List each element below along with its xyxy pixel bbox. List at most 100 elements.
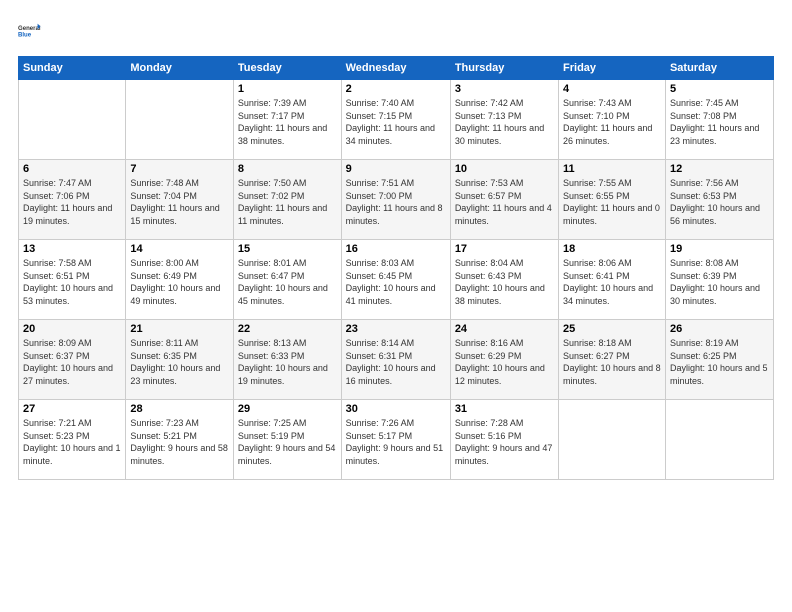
calendar-cell: 31 Sunrise: 7:28 AM Sunset: 5:16 PM Dayli… <box>450 400 558 480</box>
calendar-cell: 25Sunrise: 8:18 AM Sunset: 6:27 PM Dayli… <box>559 320 666 400</box>
calendar-cell: 19Sunrise: 8:08 AM Sunset: 6:39 PM Dayli… <box>665 240 773 320</box>
calendar-cell: 27 Sunrise: 7:21 AM Sunset: 5:23 PM Dayli… <box>19 400 126 480</box>
day-info: Sunrise: 7:58 AM Sunset: 6:51 PM Dayligh… <box>23 257 121 307</box>
calendar-cell <box>559 400 666 480</box>
calendar-cell: 9 Sunrise: 7:51 AM Sunset: 7:00 PM Daylig… <box>341 160 450 240</box>
calendar-cell: 3Sunrise: 7:42 AM Sunset: 7:13 PM Daylig… <box>450 80 558 160</box>
day-info: Sunrise: 7:25 AM Sunset: 5:19 PM Dayligh… <box>238 417 337 467</box>
day-number: 31 <box>455 403 554 415</box>
header-day-wednesday: Wednesday <box>341 57 450 80</box>
calendar-cell: 24Sunrise: 8:16 AM Sunset: 6:29 PM Dayli… <box>450 320 558 400</box>
week-row-5: 27 Sunrise: 7:21 AM Sunset: 5:23 PM Dayli… <box>19 400 774 480</box>
day-info: Sunrise: 8:01 AM Sunset: 6:47 PM Dayligh… <box>238 257 337 307</box>
day-number: 6 <box>23 163 121 175</box>
day-number: 11 <box>563 163 661 175</box>
header-day-friday: Friday <box>559 57 666 80</box>
calendar-cell: 29 Sunrise: 7:25 AM Sunset: 5:19 PM Dayli… <box>233 400 341 480</box>
day-number: 12 <box>670 163 769 175</box>
day-info: Sunrise: 8:09 AM Sunset: 6:37 PM Dayligh… <box>23 337 121 387</box>
logo-icon: GeneralBlue <box>18 18 46 46</box>
day-number: 17 <box>455 243 554 255</box>
day-info: Sunrise: 8:03 AM Sunset: 6:45 PM Dayligh… <box>346 257 446 307</box>
calendar-cell: 23 Sunrise: 8:14 AM Sunset: 6:31 PM Dayli… <box>341 320 450 400</box>
day-number: 28 <box>130 403 229 415</box>
calendar-cell: 7Sunrise: 7:48 AM Sunset: 7:04 PM Daylig… <box>126 160 234 240</box>
day-number: 13 <box>23 243 121 255</box>
day-number: 23 <box>346 323 446 335</box>
week-row-2: 6 Sunrise: 7:47 AM Sunset: 7:06 PM Daylig… <box>19 160 774 240</box>
day-info: Sunrise: 8:19 AM Sunset: 6:25 PM Dayligh… <box>670 337 769 387</box>
calendar-cell <box>665 400 773 480</box>
day-number: 16 <box>346 243 446 255</box>
day-info: Sunrise: 7:26 AM Sunset: 5:17 PM Dayligh… <box>346 417 446 467</box>
day-info: Sunrise: 8:00 AM Sunset: 6:49 PM Dayligh… <box>130 257 229 307</box>
day-number: 5 <box>670 83 769 95</box>
day-info: Sunrise: 8:13 AM Sunset: 6:33 PM Dayligh… <box>238 337 337 387</box>
day-number: 30 <box>346 403 446 415</box>
day-info: Sunrise: 7:21 AM Sunset: 5:23 PM Dayligh… <box>23 417 121 467</box>
day-info: Sunrise: 7:53 AM Sunset: 6:57 PM Dayligh… <box>455 177 554 227</box>
calendar-cell: 21Sunrise: 8:11 AM Sunset: 6:35 PM Dayli… <box>126 320 234 400</box>
svg-text:Blue: Blue <box>18 33 32 39</box>
week-row-3: 13 Sunrise: 7:58 AM Sunset: 6:51 PM Dayli… <box>19 240 774 320</box>
calendar-cell: 8 Sunrise: 7:50 AM Sunset: 7:02 PM Daylig… <box>233 160 341 240</box>
day-number: 21 <box>130 323 229 335</box>
day-number: 15 <box>238 243 337 255</box>
day-info: Sunrise: 7:39 AM Sunset: 7:17 PM Dayligh… <box>238 97 337 147</box>
calendar-cell: 6 Sunrise: 7:47 AM Sunset: 7:06 PM Daylig… <box>19 160 126 240</box>
calendar-cell: 30 Sunrise: 7:26 AM Sunset: 5:17 PM Dayli… <box>341 400 450 480</box>
day-info: Sunrise: 7:40 AM Sunset: 7:15 PM Dayligh… <box>346 97 446 147</box>
day-info: Sunrise: 8:04 AM Sunset: 6:43 PM Dayligh… <box>455 257 554 307</box>
logo: GeneralBlue <box>18 18 50 46</box>
calendar-cell: 2Sunrise: 7:40 AM Sunset: 7:15 PM Daylig… <box>341 80 450 160</box>
day-info: Sunrise: 7:55 AM Sunset: 6:55 PM Dayligh… <box>563 177 661 227</box>
calendar-cell: 10 Sunrise: 7:53 AM Sunset: 6:57 PM Dayli… <box>450 160 558 240</box>
calendar-body: 1 Sunrise: 7:39 AM Sunset: 7:17 PM Daylig… <box>19 80 774 480</box>
day-number: 9 <box>346 163 446 175</box>
header: GeneralBlue <box>18 18 774 46</box>
calendar-cell: 4Sunrise: 7:43 AM Sunset: 7:10 PM Daylig… <box>559 80 666 160</box>
calendar-table: SundayMondayTuesdayWednesdayThursdayFrid… <box>18 56 774 480</box>
day-info: Sunrise: 7:50 AM Sunset: 7:02 PM Dayligh… <box>238 177 337 227</box>
day-number: 20 <box>23 323 121 335</box>
calendar-cell: 14Sunrise: 8:00 AM Sunset: 6:49 PM Dayli… <box>126 240 234 320</box>
header-day-saturday: Saturday <box>665 57 773 80</box>
day-info: Sunrise: 7:23 AM Sunset: 5:21 PM Dayligh… <box>130 417 229 467</box>
day-info: Sunrise: 7:45 AM Sunset: 7:08 PM Dayligh… <box>670 97 769 147</box>
day-info: Sunrise: 7:43 AM Sunset: 7:10 PM Dayligh… <box>563 97 661 147</box>
calendar-cell: 22 Sunrise: 8:13 AM Sunset: 6:33 PM Dayli… <box>233 320 341 400</box>
day-number: 22 <box>238 323 337 335</box>
header-row: SundayMondayTuesdayWednesdayThursdayFrid… <box>19 57 774 80</box>
week-row-1: 1 Sunrise: 7:39 AM Sunset: 7:17 PM Daylig… <box>19 80 774 160</box>
day-info: Sunrise: 8:16 AM Sunset: 6:29 PM Dayligh… <box>455 337 554 387</box>
day-number: 26 <box>670 323 769 335</box>
day-info: Sunrise: 7:56 AM Sunset: 6:53 PM Dayligh… <box>670 177 769 227</box>
calendar-cell: 20 Sunrise: 8:09 AM Sunset: 6:37 PM Dayli… <box>19 320 126 400</box>
day-number: 10 <box>455 163 554 175</box>
calendar-cell <box>126 80 234 160</box>
calendar-cell: 13 Sunrise: 7:58 AM Sunset: 6:51 PM Dayli… <box>19 240 126 320</box>
calendar-cell: 16 Sunrise: 8:03 AM Sunset: 6:45 PM Dayli… <box>341 240 450 320</box>
day-info: Sunrise: 7:42 AM Sunset: 7:13 PM Dayligh… <box>455 97 554 147</box>
header-day-thursday: Thursday <box>450 57 558 80</box>
day-info: Sunrise: 8:06 AM Sunset: 6:41 PM Dayligh… <box>563 257 661 307</box>
calendar-cell: 18Sunrise: 8:06 AM Sunset: 6:41 PM Dayli… <box>559 240 666 320</box>
day-info: Sunrise: 7:51 AM Sunset: 7:00 PM Dayligh… <box>346 177 446 227</box>
calendar-cell: 15 Sunrise: 8:01 AM Sunset: 6:47 PM Dayli… <box>233 240 341 320</box>
day-number: 27 <box>23 403 121 415</box>
day-info: Sunrise: 7:48 AM Sunset: 7:04 PM Dayligh… <box>130 177 229 227</box>
day-number: 19 <box>670 243 769 255</box>
day-number: 29 <box>238 403 337 415</box>
calendar-cell: 1 Sunrise: 7:39 AM Sunset: 7:17 PM Daylig… <box>233 80 341 160</box>
calendar-page: GeneralBlue SundayMondayTuesdayWednesday… <box>0 0 792 612</box>
calendar-header: SundayMondayTuesdayWednesdayThursdayFrid… <box>19 57 774 80</box>
day-number: 8 <box>238 163 337 175</box>
day-number: 1 <box>238 83 337 95</box>
day-number: 25 <box>563 323 661 335</box>
day-info: Sunrise: 7:28 AM Sunset: 5:16 PM Dayligh… <box>455 417 554 467</box>
calendar-cell: 26 Sunrise: 8:19 AM Sunset: 6:25 PM Dayli… <box>665 320 773 400</box>
calendar-cell: 11 Sunrise: 7:55 AM Sunset: 6:55 PM Dayli… <box>559 160 666 240</box>
day-info: Sunrise: 8:14 AM Sunset: 6:31 PM Dayligh… <box>346 337 446 387</box>
day-info: Sunrise: 7:47 AM Sunset: 7:06 PM Dayligh… <box>23 177 121 227</box>
calendar-cell: 17 Sunrise: 8:04 AM Sunset: 6:43 PM Dayli… <box>450 240 558 320</box>
